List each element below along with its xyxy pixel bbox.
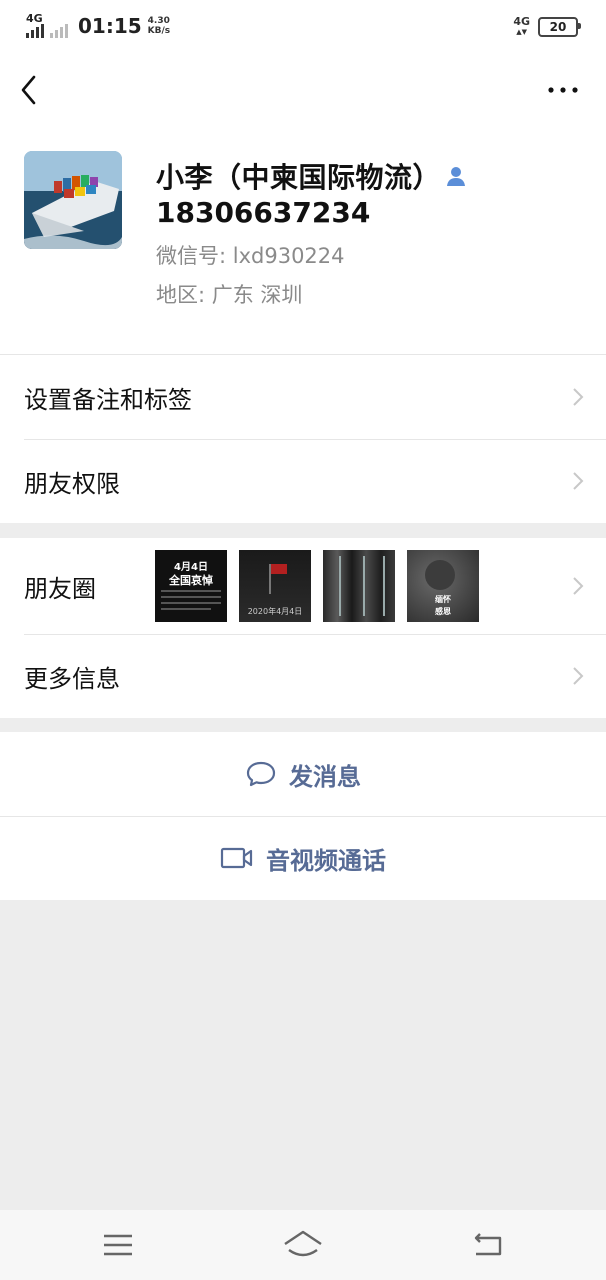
- nav-bar: [0, 56, 606, 126]
- thumb-subtitle: 全国哀悼: [169, 574, 213, 587]
- home-icon: [284, 1230, 322, 1257]
- chevron-left-icon: [21, 75, 36, 105]
- moments-section: 朋友圈 4月4日 全国哀悼 2020年4月4日 缅怀 感恩 更多信息: [0, 538, 606, 718]
- wechat-id: 微信号: lxd930224: [156, 244, 345, 268]
- more-button[interactable]: [546, 78, 580, 102]
- hamburger-menu-icon: [104, 1234, 132, 1256]
- region: 地区: 广东 深圳: [156, 283, 303, 307]
- battery-icon: 20: [538, 17, 581, 37]
- chat-bubble-icon: [246, 761, 276, 787]
- video-call-button[interactable]: 音视频通话: [0, 816, 606, 900]
- status-bar: 4G 01:15 4.30 KB/s 4G ▲▼ 20: [0, 0, 606, 56]
- thumb-title: 缅怀: [435, 595, 451, 604]
- send-message-label: 发消息: [289, 762, 361, 791]
- chevron-right-icon: [573, 388, 584, 406]
- battery-level: 20: [549, 20, 567, 34]
- moments-thumbnail[interactable]: 缅怀 感恩: [407, 550, 479, 622]
- moments-thumbnail[interactable]: 2020年4月4日: [239, 550, 311, 622]
- more-info-label: 更多信息: [24, 664, 120, 693]
- thumb-title: 4月4日: [174, 562, 208, 573]
- moments-thumbnail[interactable]: [323, 550, 395, 622]
- status-time: 01:15: [78, 14, 142, 38]
- chevron-right-icon: [573, 667, 584, 685]
- network-type-icon: 4G ▲▼: [513, 15, 530, 36]
- avatar[interactable]: [24, 151, 122, 249]
- settings-section: 设置备注和标签 朋友权限: [0, 354, 606, 523]
- cellular-signal-secondary-icon: [50, 14, 68, 38]
- speed-unit: KB/s: [147, 26, 171, 36]
- home-button[interactable]: [283, 1228, 323, 1262]
- return-arrow-icon: [474, 1233, 502, 1256]
- cargo-ship-photo: [24, 151, 122, 249]
- set-remark-label: 设置备注和标签: [24, 385, 192, 414]
- actions-section: 发消息 音视频通话: [0, 732, 606, 900]
- contact-phone: 18306637234: [156, 196, 371, 229]
- system-back-button[interactable]: [468, 1228, 508, 1262]
- profile-card: 小李（中柬国际物流） 18306637234 微信号: lxd930224 地区…: [0, 126, 606, 354]
- speed-value: 4.30: [147, 16, 170, 26]
- moments-thumbnails: 4月4日 全国哀悼 2020年4月4日 缅怀 感恩: [155, 550, 479, 622]
- moments-label: 朋友圈: [24, 574, 96, 603]
- more-info-row[interactable]: 更多信息: [0, 634, 606, 718]
- chevron-right-icon: [573, 577, 584, 595]
- send-message-button[interactable]: 发消息: [0, 732, 606, 816]
- set-remark-row[interactable]: 设置备注和标签: [0, 355, 606, 439]
- video-camera-icon: [220, 847, 253, 869]
- contact-name: 小李（中柬国际物流）: [156, 161, 442, 194]
- moments-thumbnail[interactable]: 4月4日 全国哀悼: [155, 550, 227, 622]
- network-speed: 4.30 KB/s: [148, 16, 170, 36]
- thumb-subtitle: 感恩: [435, 607, 451, 616]
- more-dots-icon: [548, 87, 578, 93]
- menu-button[interactable]: [98, 1228, 138, 1262]
- cellular-signal-icon: 4G: [26, 12, 44, 38]
- friend-permissions-row[interactable]: 朋友权限: [0, 439, 606, 523]
- chevron-right-icon: [573, 472, 584, 490]
- sim1-network-label: 4G: [26, 12, 43, 25]
- back-button[interactable]: [16, 72, 46, 108]
- thumb-caption: 2020年4月4日: [247, 607, 303, 616]
- system-navigation-bar: [0, 1210, 606, 1280]
- moments-row[interactable]: 朋友圈 4月4日 全国哀悼 2020年4月4日 缅怀 感恩: [0, 538, 606, 634]
- video-call-label: 音视频通话: [266, 846, 386, 875]
- contact-person-icon: [447, 167, 466, 186]
- friend-permissions-label: 朋友权限: [24, 469, 120, 498]
